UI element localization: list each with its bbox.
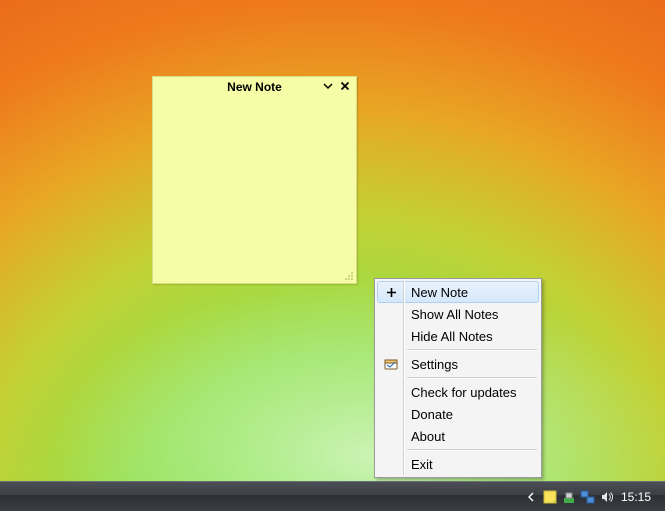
menu-separator <box>407 349 537 351</box>
menu-separator <box>407 377 537 379</box>
close-icon <box>340 81 350 91</box>
menu-item-show-all-notes[interactable]: Show All Notes <box>377 303 539 325</box>
menu-separator <box>407 449 537 451</box>
settings-icon <box>378 358 404 371</box>
usb-device-icon[interactable] <box>561 489 577 505</box>
menu-label: Settings <box>404 357 458 372</box>
note-body[interactable] <box>153 97 356 283</box>
system-tray: 15:15 <box>517 482 665 511</box>
network-icon[interactable] <box>580 489 596 505</box>
chevron-down-icon <box>323 81 333 91</box>
sticky-note[interactable]: New Note <box>152 76 357 284</box>
menu-item-donate[interactable]: Donate <box>377 403 539 425</box>
menu-label: Exit <box>404 457 433 472</box>
menu-label: Check for updates <box>404 385 517 400</box>
taskbar: 15:15 <box>0 481 665 511</box>
menu-label: About <box>404 429 445 444</box>
menu-label: Donate <box>404 407 453 422</box>
note-title: New Note <box>227 80 282 94</box>
resize-icon <box>344 271 354 281</box>
menu-item-exit[interactable]: Exit <box>377 453 539 475</box>
menu-item-check-updates[interactable]: Check for updates <box>377 381 539 403</box>
plus-icon <box>378 287 404 298</box>
desktop: New Note <box>0 0 665 481</box>
menu-label: New Note <box>404 285 468 300</box>
tray-context-menu: New Note Show All Notes Hide All Notes S… <box>374 278 542 478</box>
taskbar-clock[interactable]: 15:15 <box>618 490 659 504</box>
note-titlebar[interactable]: New Note <box>153 77 356 97</box>
menu-label: Show All Notes <box>404 307 498 322</box>
sticky-note-tray-icon[interactable] <box>542 489 558 505</box>
note-menu-button[interactable] <box>321 79 335 93</box>
resize-grip[interactable] <box>344 271 354 281</box>
volume-icon[interactable] <box>599 489 615 505</box>
menu-label: Hide All Notes <box>404 329 493 344</box>
note-close-button[interactable] <box>338 79 352 93</box>
tray-expand-button[interactable] <box>523 489 539 505</box>
menu-item-about[interactable]: About <box>377 425 539 447</box>
menu-item-hide-all-notes[interactable]: Hide All Notes <box>377 325 539 347</box>
menu-item-new-note[interactable]: New Note <box>377 281 539 303</box>
menu-item-settings[interactable]: Settings <box>377 353 539 375</box>
